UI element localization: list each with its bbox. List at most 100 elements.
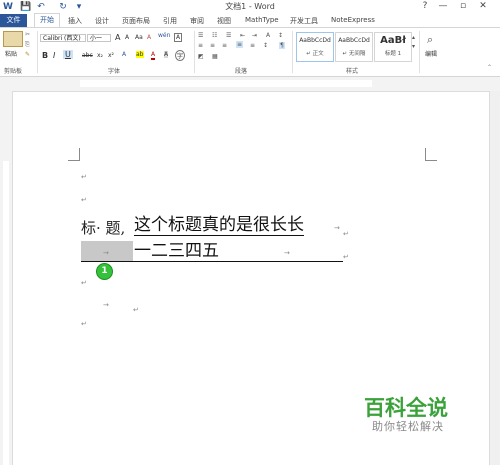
horizontal-ruler[interactable] [0, 77, 500, 92]
style-normal[interactable]: AaBbCcDd ↵ 正文 [296, 32, 334, 62]
align-center-icon[interactable]: ≡ [210, 42, 215, 49]
tab-insert[interactable]: 插入 [68, 16, 82, 26]
style-no-spacing[interactable]: AaBbCcDd ↵ 无间隔 [335, 32, 373, 62]
paragraph-mark: ↵ [81, 279, 87, 287]
line2-text[interactable]: 一二三四五 [134, 241, 219, 261]
font-group-label: 字体 [108, 68, 121, 75]
char-border-icon[interactable]: A [174, 33, 183, 42]
crop-mark [425, 148, 426, 160]
tab-view[interactable]: 视图 [217, 16, 231, 26]
step-badge: 1 [96, 263, 113, 280]
justify-icon[interactable]: ≡ [236, 41, 244, 48]
italic-button[interactable]: I [53, 51, 55, 60]
align-left-icon[interactable]: ≡ [198, 42, 203, 49]
paragraph-mark: ↵ [81, 196, 87, 204]
text-effects-icon[interactable]: A [122, 51, 126, 58]
styles-scroll-down-icon[interactable]: ▾ [412, 43, 415, 50]
tab-arrow: → [103, 249, 109, 257]
superscript-button[interactable]: x² [108, 52, 114, 59]
copy-icon[interactable]: ⎘ [25, 41, 30, 49]
vertical-ruler[interactable] [0, 91, 13, 465]
close-button[interactable]: ✕ [476, 1, 490, 11]
style-preview: AaBbCcDd [338, 37, 370, 44]
decrease-indent-icon[interactable]: ⇤ [240, 32, 245, 39]
style-name: 标题 1 [384, 51, 402, 57]
tab-references[interactable]: 引用 [163, 16, 177, 26]
tab-noteexpress[interactable]: NoteExpress [331, 16, 375, 24]
help-button[interactable]: ? [418, 1, 432, 11]
binoculars-icon[interactable]: ⌕ [427, 33, 433, 47]
clear-format-icon[interactable]: A [147, 34, 151, 41]
paragraph-mark: ↵ [133, 306, 139, 314]
grow-font-icon[interactable]: A [115, 33, 120, 42]
tab-design[interactable]: 设计 [95, 16, 109, 26]
watermark-subtitle: 助你轻松解决 [372, 420, 444, 433]
paste-icon[interactable] [3, 31, 23, 47]
phonetic-guide-icon[interactable]: wén [158, 32, 170, 39]
highlight-icon[interactable]: ab [136, 51, 144, 58]
restore-button[interactable]: ▫ [456, 1, 470, 11]
ruler-text-area [80, 80, 372, 87]
show-marks-icon[interactable]: ¶ [279, 42, 285, 49]
shrink-font-icon[interactable]: A [125, 34, 129, 41]
style-preview: AaBł [380, 35, 406, 46]
style-preview: AaBbCcDd [299, 37, 331, 44]
minimize-button[interactable]: — [436, 1, 450, 11]
strikethrough-button[interactable]: abc [82, 52, 93, 59]
align-right-icon[interactable]: ≡ [222, 42, 227, 49]
font-name-select[interactable]: Calibri (西文) [40, 34, 86, 42]
paragraph-mark: ↵ [81, 320, 87, 328]
line-spacing-icon[interactable]: ↕ [263, 42, 268, 49]
ribbon-tabs: 文件 开始 插入 设计 页面布局 引用 审阅 视图 MathType 开发工具 … [0, 13, 500, 28]
ruler-text-area [3, 161, 9, 465]
chinese-layout-icon[interactable]: A [266, 32, 270, 39]
style-name: ↵ 无间隔 [342, 51, 366, 57]
title-bar: W 💾 ↶ ↻ ▾ 文档1 - Word ? — ▫ ✕ [0, 0, 500, 14]
cut-icon[interactable]: ✂ [25, 31, 30, 38]
sort-icon[interactable]: ↕ [278, 32, 283, 39]
line2-underline [81, 261, 343, 262]
borders-icon[interactable]: ▦ [212, 53, 218, 60]
change-case-icon[interactable]: Aa [135, 34, 143, 41]
tab-developer[interactable]: 开发工具 [290, 16, 318, 26]
group-divider [194, 31, 195, 73]
vertical-scrollbar[interactable] [489, 91, 500, 465]
styles-scroll-up-icon[interactable]: ▴ [412, 34, 415, 41]
crop-mark [68, 160, 80, 161]
numbering-icon[interactable]: ☷ [212, 32, 217, 39]
bold-button[interactable]: B [42, 51, 48, 60]
subscript-button[interactable]: x₂ [97, 52, 103, 59]
editing-label[interactable]: 编辑 [425, 49, 437, 58]
paragraph-mark: ↵ [343, 253, 349, 261]
font-size-select[interactable]: 小一 [87, 34, 111, 42]
format-painter-icon[interactable]: ✎ [25, 51, 30, 58]
shading-icon[interactable]: ◩ [198, 53, 204, 60]
paragraph-group-label: 段落 [235, 68, 248, 75]
title-text[interactable]: 这个标题真的是很长长 [134, 215, 304, 236]
tab-arrow: → [103, 301, 109, 309]
style-heading-1[interactable]: AaBł 标题 1 [374, 32, 412, 62]
style-name: ↵ 正文 [306, 51, 324, 57]
increase-indent-icon[interactable]: ⇥ [252, 32, 257, 39]
collapse-ribbon-icon[interactable]: ⌃ [487, 64, 492, 71]
font-color-icon[interactable]: A [151, 51, 156, 60]
distributed-icon[interactable]: ≡ [250, 42, 255, 49]
paste-label[interactable]: 粘贴 [5, 49, 17, 58]
tab-home[interactable]: 开始 [34, 13, 60, 27]
group-divider [419, 31, 420, 73]
tab-file[interactable]: 文件 [0, 14, 27, 27]
bullets-icon[interactable]: ☰ [198, 32, 203, 39]
enclose-char-icon[interactable]: 字 [175, 50, 186, 61]
tab-layout[interactable]: 页面布局 [122, 16, 150, 26]
underline-button[interactable]: U [63, 50, 73, 59]
crop-mark [425, 160, 437, 161]
group-divider [292, 31, 293, 73]
clipboard-group-label: 剪贴板 [4, 68, 23, 75]
tab-review[interactable]: 审阅 [190, 16, 204, 26]
title-label[interactable]: 标· 题, [81, 217, 125, 238]
tab-mathtype[interactable]: MathType [245, 16, 279, 24]
ribbon: 粘贴 ✂ ⎘ ✎ 剪贴板 Calibri (西文) 小一 A A Aa A wé… [0, 28, 500, 77]
paragraph-mark: ↵ [81, 173, 87, 181]
char-shading-icon[interactable]: A [164, 51, 169, 58]
multilevel-list-icon[interactable]: ☰ [226, 32, 231, 39]
